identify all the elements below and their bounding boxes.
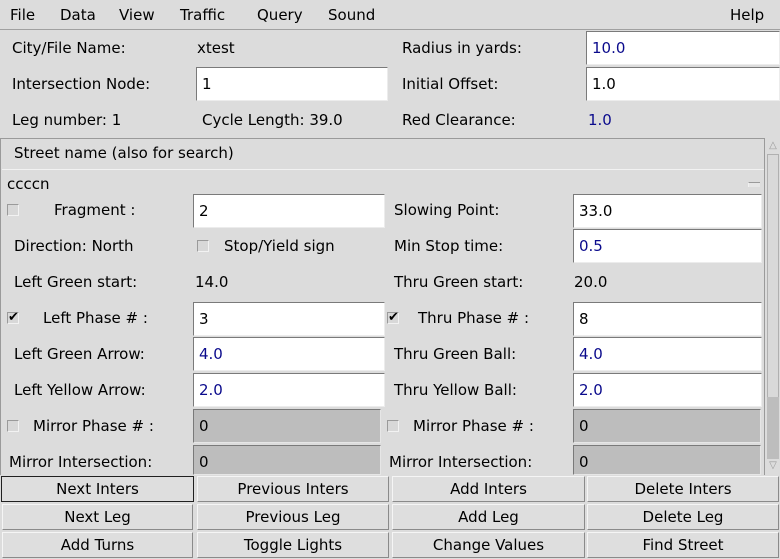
menu-view[interactable]: View <box>119 6 155 24</box>
menu-data[interactable]: Data <box>60 6 96 24</box>
left-yellow-arrow-field[interactable]: 2.0 <box>193 373 385 407</box>
left-green-arrow-label: Left Green Arrow: <box>14 345 145 363</box>
menu-bar: File Data View Traffic Query Sound Help <box>0 0 780 30</box>
add-leg-button[interactable]: Add Leg <box>392 504 585 530</box>
toggle-lights-button[interactable]: Toggle Lights <box>197 532 389 558</box>
menu-sound[interactable]: Sound <box>328 6 375 24</box>
change-values-button[interactable]: Change Values <box>392 532 585 558</box>
initial-offset-field[interactable]: 1.0 <box>586 67 780 101</box>
left-phase-label: Left Phase # : <box>43 309 148 327</box>
thru-green-ball-label: Thru Green Ball: <box>394 345 517 363</box>
min-stop-label: Min Stop time: <box>394 237 504 255</box>
thru-phase-checkbox[interactable]: ✔ <box>387 310 399 325</box>
scroll-up-icon[interactable]: △ <box>767 139 779 153</box>
left-phase-field[interactable]: 3 <box>193 302 385 336</box>
fragment-checkbox[interactable] <box>7 204 19 216</box>
fragment-field[interactable]: 2 <box>193 194 385 228</box>
min-stop-field[interactable]: 0.5 <box>573 229 762 263</box>
slowing-point-label: Slowing Point: <box>394 201 500 219</box>
delete-leg-button[interactable]: Delete Leg <box>587 504 779 530</box>
right-mirror-intersection-label: Mirror Intersection: <box>389 453 533 471</box>
thru-phase-label: Thru Phase # : <box>418 309 530 327</box>
left-phase-checkbox[interactable]: ✔ <box>7 310 19 325</box>
cycle-length: Cycle Length: 39.0 <box>202 111 343 129</box>
next-inters-button[interactable]: Next Inters <box>1 476 194 502</box>
left-mirror-phase-checkbox[interactable] <box>7 420 19 432</box>
stop-yield-checkbox[interactable] <box>197 240 209 252</box>
red-clearance-value: 1.0 <box>588 111 612 129</box>
right-mirror-intersection-field: 0 <box>573 445 761 475</box>
leg-number: Leg number: 1 <box>12 111 122 129</box>
right-mirror-phase-field: 0 <box>573 409 761 443</box>
initial-offset-label: Initial Offset: <box>402 75 499 93</box>
right-mirror-phase-label: Mirror Phase # : <box>413 417 534 435</box>
thru-yellow-ball-field[interactable]: 2.0 <box>573 373 762 407</box>
vertical-scrollbar[interactable]: △ ▽ <box>764 138 780 475</box>
thru-green-start-label: Thru Green start: <box>394 273 524 291</box>
menu-help[interactable]: Help <box>730 6 764 24</box>
direction-label: Direction: North <box>14 237 134 255</box>
previous-leg-button[interactable]: Previous Leg <box>197 504 389 530</box>
left-mirror-phase-field: 0 <box>193 409 381 443</box>
radius-field[interactable]: 10.0 <box>586 31 780 65</box>
street-name-value[interactable]: ccccn <box>7 175 50 193</box>
left-green-arrow-field[interactable]: 4.0 <box>193 337 385 371</box>
scroll-down-icon[interactable]: ▽ <box>767 459 779 473</box>
left-yellow-arrow-label: Left Yellow Arrow: <box>14 381 146 399</box>
find-street-button[interactable]: Find Street <box>587 532 779 558</box>
left-mirror-intersection-field: 0 <box>193 445 381 475</box>
menu-file[interactable]: File <box>10 6 35 24</box>
panel-header-divider <box>2 169 764 170</box>
thru-green-ball-field[interactable]: 4.0 <box>573 337 762 371</box>
intersection-node-label: Intersection Node: <box>12 75 151 93</box>
street-name-header: Street name (also for search) <box>14 144 234 162</box>
thru-yellow-ball-label: Thru Yellow Ball: <box>394 381 517 399</box>
add-inters-button[interactable]: Add Inters <box>392 476 585 502</box>
thru-phase-field[interactable]: 8 <box>573 302 762 336</box>
thru-green-start-value: 20.0 <box>574 273 608 291</box>
intersection-node-field[interactable]: 1 <box>196 67 388 101</box>
menu-query[interactable]: Query <box>257 6 303 24</box>
city-file-label: City/File Name: <box>12 39 126 57</box>
red-clearance-label: Red Clearance: <box>402 111 516 129</box>
add-turns-button[interactable]: Add Turns <box>2 532 193 558</box>
stop-yield-label: Stop/Yield sign <box>224 237 335 255</box>
radius-label: Radius in yards: <box>402 39 522 57</box>
fragment-label: Fragment : <box>54 201 136 219</box>
menu-traffic[interactable]: Traffic <box>180 6 225 24</box>
left-mirror-intersection-label: Mirror Intersection: <box>9 453 153 471</box>
next-leg-button[interactable]: Next Leg <box>2 504 193 530</box>
left-green-start-value: 14.0 <box>195 273 229 291</box>
delete-inters-button[interactable]: Delete Inters <box>587 476 779 502</box>
left-mirror-phase-label: Mirror Phase # : <box>33 417 154 435</box>
city-file-value: xtest <box>197 39 235 57</box>
check-icon: ✔ <box>8 310 19 325</box>
previous-inters-button[interactable]: Previous Inters <box>197 476 389 502</box>
resize-handle[interactable] <box>748 182 760 187</box>
check-icon: ✔ <box>388 310 399 325</box>
slowing-point-field[interactable]: 33.0 <box>573 194 762 228</box>
left-green-start-label: Left Green start: <box>14 273 138 291</box>
right-mirror-phase-checkbox[interactable] <box>387 420 399 432</box>
scroll-thumb[interactable] <box>767 397 779 459</box>
